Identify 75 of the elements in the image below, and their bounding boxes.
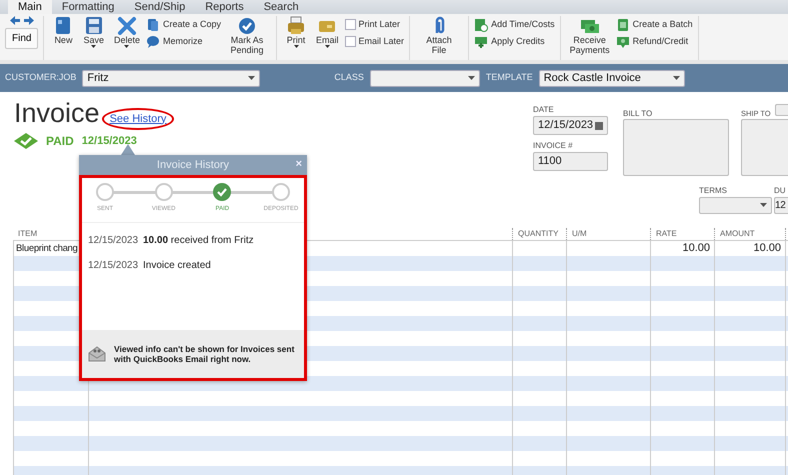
column-header: RATE bbox=[650, 228, 714, 240]
column-header: AMOUNT bbox=[714, 228, 785, 240]
checkbox-label[interactable]: Email Later bbox=[358, 34, 404, 48]
tab[interactable]: Formatting bbox=[52, 0, 124, 14]
checkbox[interactable] bbox=[344, 36, 356, 47]
document-icon bbox=[616, 18, 630, 32]
caret-icon bbox=[760, 203, 767, 207]
see-history-link[interactable]: See History bbox=[110, 112, 166, 124]
copy-icon bbox=[146, 18, 160, 32]
date-field[interactable]: 12/15/2023 bbox=[533, 116, 608, 135]
tab[interactable]: Reports bbox=[195, 0, 254, 14]
speech-bubble-icon bbox=[146, 35, 160, 49]
money-icon bbox=[474, 35, 488, 49]
column-header: QUANTITY bbox=[512, 228, 566, 240]
field-label: TERMS bbox=[699, 184, 728, 196]
status-date: 12/15/2023 bbox=[82, 134, 137, 149]
status-label: PAID bbox=[46, 133, 74, 150]
toolbar-button[interactable]: Delete bbox=[110, 16, 144, 48]
column-header: U/M bbox=[566, 228, 650, 240]
due-date-field[interactable]: 12 bbox=[774, 196, 788, 214]
terms-dropdown[interactable] bbox=[699, 196, 772, 214]
tab[interactable]: Search bbox=[254, 0, 309, 14]
envelope-icon bbox=[88, 346, 106, 362]
event-date: 12/15/2023 bbox=[88, 259, 140, 273]
field-label: DATE bbox=[533, 104, 555, 116]
toolbar-button[interactable]: Print bbox=[282, 16, 310, 48]
toolbar-button[interactable]: Mark As Pending bbox=[223, 16, 272, 55]
bill-to-field[interactable] bbox=[623, 119, 729, 176]
caret-icon bbox=[91, 45, 96, 48]
field-label: DU bbox=[774, 184, 787, 196]
toolbar-button[interactable]: Save bbox=[79, 16, 108, 48]
dropdown-field[interactable]: Fritz bbox=[82, 70, 260, 86]
ship-to-dropdown[interactable] bbox=[774, 104, 788, 116]
invoice-title: Invoice bbox=[14, 98, 100, 128]
back-arrow-icon bbox=[10, 16, 20, 25]
invoice-number-field[interactable]: 1100 bbox=[533, 152, 608, 171]
toolbar-button[interactable]: Create a Batch bbox=[616, 18, 693, 32]
caret-icon bbox=[468, 76, 475, 80]
toolbar-button[interactable]: New bbox=[49, 16, 78, 45]
tab[interactable]: Main bbox=[8, 0, 52, 14]
caret-icon bbox=[672, 76, 680, 80]
field-label: BILL TO bbox=[623, 108, 654, 119]
field-label: TEMPLATE bbox=[486, 71, 533, 84]
money-icon bbox=[616, 35, 630, 49]
toolbar-button[interactable]: Email bbox=[312, 16, 343, 48]
column-header: ITEM bbox=[17, 228, 38, 240]
popup-title: Invoice History bbox=[156, 158, 230, 173]
event-text: Invoice created bbox=[143, 259, 211, 273]
dropdown-field[interactable] bbox=[370, 70, 480, 86]
caret-icon bbox=[294, 45, 299, 48]
caret-icon bbox=[124, 45, 130, 48]
toolbar-button[interactable]: Refund/Credit bbox=[616, 35, 693, 49]
checkmark-badge-icon bbox=[14, 133, 38, 149]
dropdown-field[interactable]: Rock Castle Invoice bbox=[538, 70, 685, 86]
info-note: Viewed info can't be shown for Invoices sent with QuickBooks Email right now. bbox=[114, 344, 296, 364]
toolbar-button[interactable]: Create a Copy bbox=[146, 18, 222, 32]
field-label: CLASS bbox=[334, 71, 364, 84]
checkbox-label[interactable]: Print Later bbox=[358, 18, 400, 32]
checkbox[interactable] bbox=[344, 19, 356, 30]
toolbar-button[interactable]: Attach File bbox=[415, 16, 464, 55]
ship-to-field[interactable] bbox=[741, 119, 788, 176]
cross-icon bbox=[116, 16, 137, 35]
toolbar-button[interactable]: Add Time/Costs bbox=[474, 18, 555, 32]
find-button[interactable]: Find bbox=[5, 28, 38, 49]
field-label: INVOICE # bbox=[533, 140, 574, 152]
caret-icon bbox=[248, 76, 256, 80]
toolbar-button[interactable]: Apply Credits bbox=[474, 35, 555, 49]
forward-arrow-icon bbox=[24, 16, 34, 25]
clock-money-icon bbox=[474, 18, 488, 32]
calendar-icon bbox=[595, 122, 603, 130]
field-label: CUSTOMER:JOB bbox=[5, 71, 76, 84]
tab[interactable]: Send/Ship bbox=[124, 0, 196, 14]
toolbar-button[interactable]: Memorize bbox=[146, 35, 222, 49]
caret-icon bbox=[324, 45, 330, 48]
toolbar-button[interactable]: Receive Payments bbox=[566, 16, 614, 55]
